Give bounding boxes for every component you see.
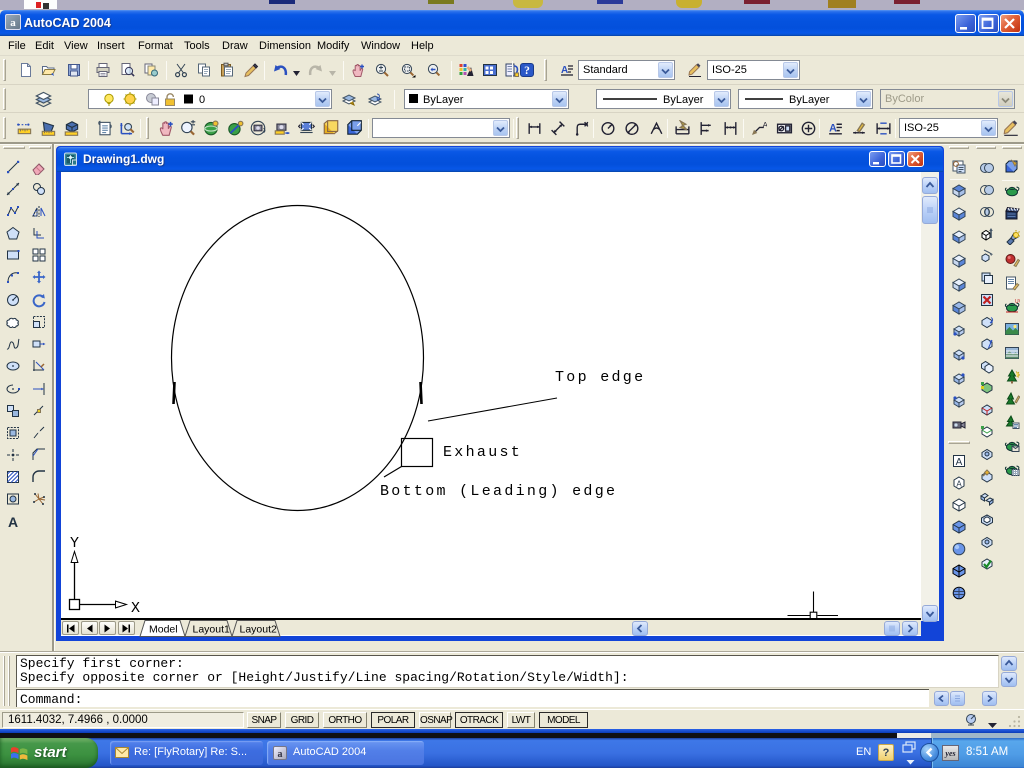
svg-text:?: ? — [524, 65, 530, 77]
svg-text:Layout2: Layout2 — [240, 624, 278, 636]
svg-text:Top edge: Top edge — [555, 369, 645, 386]
svg-text:a: a — [10, 17, 16, 29]
svg-text:A: A — [829, 122, 837, 134]
svg-text:A: A — [762, 120, 766, 129]
svg-text:Layout1: Layout1 — [193, 624, 231, 636]
svg-text:0: 0 — [199, 94, 205, 106]
svg-text:ByLayer: ByLayer — [789, 94, 830, 106]
svg-text:X: X — [131, 600, 140, 617]
svg-text:yes: yes — [944, 749, 955, 758]
svg-text:ByLayer: ByLayer — [423, 94, 464, 106]
svg-text:A: A — [955, 457, 962, 468]
svg-text:A: A — [561, 65, 568, 76]
svg-text:A: A — [956, 480, 962, 489]
svg-text:Exhaust: Exhaust — [443, 444, 522, 461]
svg-text:Model: Model — [149, 624, 178, 636]
svg-text:?: ? — [883, 747, 890, 759]
svg-text:UV: UV — [1015, 299, 1020, 305]
svg-text:a: a — [278, 749, 283, 759]
svg-text:ByLayer: ByLayer — [663, 94, 704, 106]
svg-text:A: A — [8, 514, 18, 530]
svg-text:Bottom (Leading) edge: Bottom (Leading) edge — [380, 483, 617, 500]
svg-text:Y: Y — [70, 535, 79, 552]
